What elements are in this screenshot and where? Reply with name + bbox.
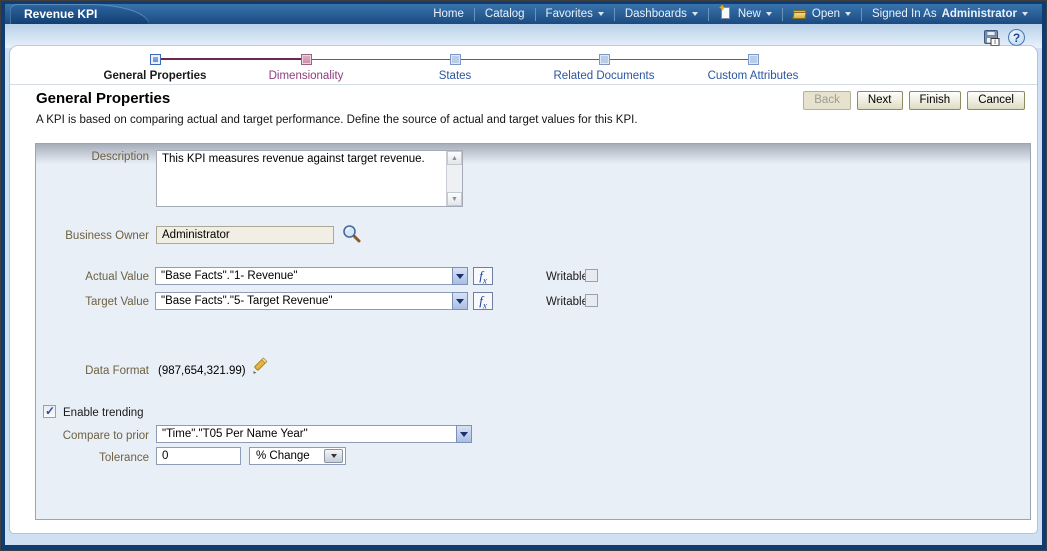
kpi-title-tab: Revenue KPI [10, 4, 149, 24]
top-bar: Revenue KPI Home Catalog Favorites Dashb… [5, 4, 1042, 24]
signed-in-menu[interactable]: Signed In As Administrator [862, 8, 1038, 20]
chevron-down-icon [766, 12, 772, 16]
help-icon[interactable]: ? [1008, 29, 1026, 47]
dropdown-arrow-icon[interactable] [452, 292, 468, 310]
target-writable-label: Writable [546, 296, 588, 308]
enable-trending-checkbox[interactable] [43, 405, 56, 418]
section-header: General Properties A KPI is based on com… [10, 86, 1037, 143]
tolerance-unit-value: % Change [256, 450, 310, 462]
compare-to-prior-label: Compare to prior [36, 430, 149, 442]
actual-writable-checkbox[interactable] [585, 269, 598, 282]
search-icon[interactable] [341, 223, 363, 245]
compare-to-prior-combo[interactable]: "Time"."T05 Per Name Year" [156, 425, 472, 443]
content-panel: General Properties Dimensionality States… [10, 46, 1037, 533]
actual-value-label: Actual Value [36, 271, 149, 283]
chevron-down-icon [845, 12, 851, 16]
wizard-train: General Properties Dimensionality States… [10, 46, 1037, 85]
target-value-field[interactable]: "Base Facts"."5- Target Revenue" [155, 292, 452, 310]
svg-text:I: I [994, 39, 996, 46]
dropdown-arrow-icon[interactable] [452, 267, 468, 285]
toolbar-strip [5, 24, 1042, 48]
target-value-formula-icon[interactable]: fx [473, 292, 493, 310]
back-button[interactable]: Back [803, 91, 851, 110]
step-marker-icon [301, 54, 312, 65]
page-title: General Properties [36, 90, 170, 107]
wizard-step-states[interactable]: States [380, 54, 530, 82]
step-marker-icon [150, 54, 161, 65]
dropdown-arrow-icon [324, 449, 343, 463]
page-background: Revenue KPI Home Catalog Favorites Dashb… [5, 4, 1042, 545]
nav-dashboards[interactable]: Dashboards [615, 8, 708, 20]
business-owner-field[interactable]: Administrator [156, 226, 334, 244]
application-window: Revenue KPI Home Catalog Favorites Dashb… [0, 0, 1047, 551]
cancel-button[interactable]: Cancel [967, 91, 1025, 110]
description-textarea[interactable]: This KPI measures revenue against target… [156, 150, 463, 207]
data-format-value: (987,654,321.99) [158, 365, 246, 377]
target-value-label: Target Value [36, 296, 149, 308]
wizard-step-dimensionality[interactable]: Dimensionality [231, 54, 381, 82]
compare-to-prior-field[interactable]: "Time"."T05 Per Name Year" [156, 425, 456, 443]
chevron-down-icon [598, 12, 604, 16]
new-document-icon: ✦ [719, 7, 733, 21]
nav-catalog[interactable]: Catalog [475, 8, 535, 20]
nav-new[interactable]: ✦ New [709, 7, 782, 21]
wizard-step-custom-attributes[interactable]: Custom Attributes [678, 54, 828, 82]
description-label: Description [36, 151, 149, 163]
nav-open[interactable]: Open [783, 7, 861, 21]
wizard-buttons: Back Next Finish Cancel [803, 91, 1025, 110]
page-help-text: A KPI is based on comparing actual and t… [36, 114, 638, 126]
chevron-down-icon [692, 12, 698, 16]
scroll-up-icon[interactable]: ▲ [447, 151, 462, 165]
open-folder-icon [793, 7, 807, 21]
tolerance-label: Tolerance [36, 452, 149, 464]
actual-value-formula-icon[interactable]: fx [473, 267, 493, 285]
step-marker-icon [450, 54, 461, 65]
enable-trending-label: Enable trending [63, 407, 144, 419]
target-writable-checkbox[interactable] [585, 294, 598, 307]
step-marker-icon [748, 54, 759, 65]
step-marker-icon [599, 54, 610, 65]
tolerance-unit-select[interactable]: % Change [249, 447, 346, 465]
signed-in-as-label: Signed In As [872, 8, 937, 20]
global-nav: Home Catalog Favorites Dashboards ✦ New … [423, 4, 1038, 24]
scroll-down-icon[interactable]: ▼ [447, 192, 462, 206]
dropdown-arrow-icon[interactable] [456, 425, 472, 443]
toolbar-icons: I ? [983, 29, 1026, 47]
nav-favorites[interactable]: Favorites [536, 8, 614, 20]
business-owner-label: Business Owner [36, 230, 149, 242]
tolerance-input[interactable]: 0 [156, 447, 241, 465]
wizard-step-related-documents[interactable]: Related Documents [529, 54, 679, 82]
finish-button[interactable]: Finish [909, 91, 962, 110]
target-value-combo[interactable]: "Base Facts"."5- Target Revenue" [155, 292, 468, 310]
actual-writable-label: Writable [546, 271, 588, 283]
chevron-down-icon [1022, 12, 1028, 16]
nav-home[interactable]: Home [423, 8, 474, 20]
save-icon[interactable]: I [983, 29, 1001, 47]
wizard-step-general-properties: General Properties [80, 54, 230, 82]
data-format-label: Data Format [36, 365, 149, 377]
textarea-scrollbar[interactable]: ▲ ▼ [446, 151, 462, 206]
edit-pencil-icon[interactable] [249, 356, 271, 378]
actual-value-combo[interactable]: "Base Facts"."1- Revenue" [155, 267, 468, 285]
general-properties-form: Description This KPI measures revenue ag… [35, 143, 1031, 520]
signed-in-user: Administrator [942, 8, 1017, 20]
actual-value-field[interactable]: "Base Facts"."1- Revenue" [155, 267, 452, 285]
description-value: This KPI measures revenue against target… [157, 151, 446, 206]
next-button[interactable]: Next [857, 91, 903, 110]
